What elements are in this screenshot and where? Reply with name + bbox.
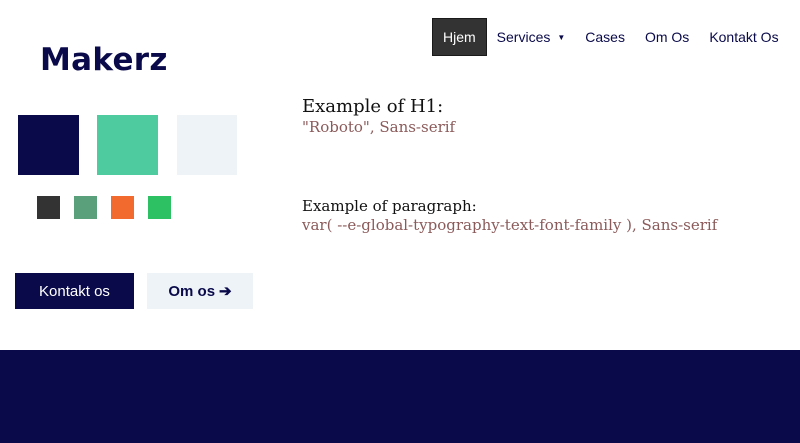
footer (0, 350, 800, 443)
nav-item-kontakt-os[interactable]: Kontakt Os (699, 18, 788, 56)
color-swatch-primary (177, 115, 237, 175)
logo[interactable]: Makerz (40, 40, 168, 80)
color-swatch-secondary (74, 196, 97, 219)
color-swatch-secondary (148, 196, 171, 219)
button-label: Kontakt os (39, 282, 110, 300)
color-swatch-primary (97, 115, 158, 175)
color-swatch-secondary (111, 196, 134, 219)
h1-example-label: Example of H1: (302, 96, 444, 117)
nav-item-label: Services (496, 29, 551, 45)
paragraph-example-label: Example of paragraph: (302, 197, 477, 215)
nav-item-cases[interactable]: Cases (575, 18, 635, 56)
arrow-right-icon: ➔ (219, 283, 232, 300)
om-os-button[interactable]: Om os ➔ (147, 273, 253, 309)
color-swatch-secondary (37, 196, 60, 219)
nav-item-services[interactable]: Services ▼ (487, 18, 576, 56)
h1-font-family: "Roboto", Sans-serif (302, 118, 456, 136)
nav-item-label: Hjem (443, 29, 476, 45)
nav-item-label: Om Os (644, 29, 690, 45)
color-swatch-primary (18, 115, 79, 175)
caret-down-icon: ▼ (557, 32, 566, 42)
nav-item-label: Cases (585, 29, 625, 45)
kontakt-os-button[interactable]: Kontakt os (15, 273, 134, 309)
button-label: Om os (168, 282, 216, 300)
nav-item-hjem[interactable]: Hjem (432, 18, 487, 56)
paragraph-font-family: var( --e-global-typography-text-font-fam… (302, 216, 718, 234)
nav-item-om-os[interactable]: Om Os (635, 18, 699, 56)
main-nav: Hjem Services ▼ Cases Om Os Kontakt Os (432, 18, 789, 56)
nav-item-label: Kontakt Os (709, 29, 779, 45)
